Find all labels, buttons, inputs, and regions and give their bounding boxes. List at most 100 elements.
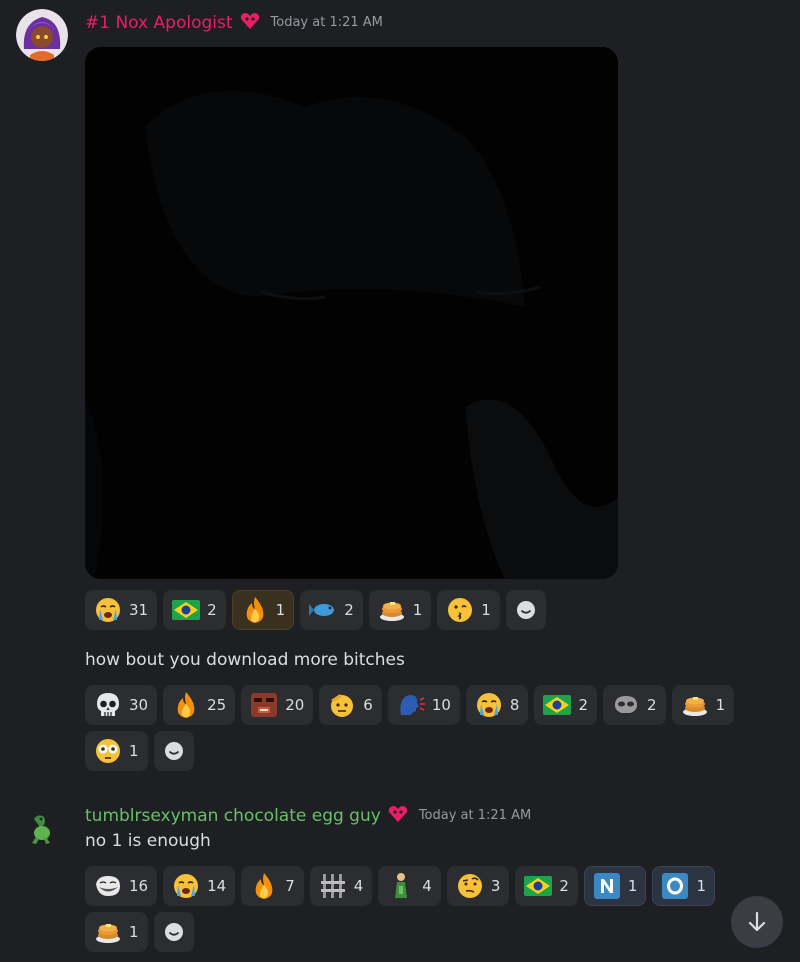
add-reaction-button[interactable] [153, 912, 194, 952]
message-header: tumblrsexyman chocolate egg guy Today at… [85, 804, 531, 827]
brazil-flag-icon [542, 690, 572, 720]
skull-icon [93, 690, 123, 720]
reaction-fire[interactable]: 25 [163, 685, 236, 725]
reaction-count: 2 [344, 601, 354, 619]
fire-icon [249, 871, 279, 901]
fire-icon [240, 595, 270, 625]
flushed-face-icon [93, 736, 123, 766]
reaction-count: 2 [207, 601, 217, 619]
reaction-count: 31 [129, 601, 149, 619]
reaction-count: 2 [647, 696, 657, 714]
reaction-count: 4 [353, 877, 364, 895]
skull-custom-emoji-icon [611, 690, 641, 720]
avatar-image [16, 9, 68, 61]
avatar-image [32, 815, 50, 844]
jump-to-bottom-button[interactable] [731, 896, 783, 948]
reaction-count: 1 [412, 601, 423, 619]
fire-icon [171, 690, 201, 720]
reaction-count: 8 [509, 696, 520, 714]
add-reaction-icon [164, 742, 183, 760]
reaction-face-custom[interactable]: 20 [241, 685, 314, 725]
brazil-flag-icon [171, 595, 201, 625]
speaking-head-icon [396, 690, 426, 720]
role-icon [387, 804, 409, 827]
dark-anime-image [85, 47, 618, 579]
reaction-letter-o[interactable]: 1 [652, 866, 716, 906]
reaction-pancakes[interactable]: 1 [368, 590, 432, 630]
reaction-count: 20 [285, 696, 305, 714]
reaction-count: 7 [285, 877, 295, 895]
image-attachment[interactable] [85, 47, 618, 579]
reaction-speaking-head[interactable]: 10 [387, 685, 460, 725]
timestamp[interactable]: Today at 1:21 AM [419, 808, 531, 823]
raised-eyebrow-face-icon [455, 871, 485, 901]
fish-icon [308, 595, 338, 625]
reaction-skull[interactable]: 30 [85, 685, 158, 725]
avatar-nox-apologist[interactable] [16, 9, 68, 61]
bars-custom-emoji-icon [318, 871, 348, 901]
reaction-count: 1 [129, 742, 139, 760]
username-nox-apologist[interactable]: #1 Nox Apologist [85, 13, 233, 33]
letter-o-icon [660, 871, 690, 901]
reaction-flushed-face[interactable]: 1 [85, 731, 148, 771]
crying-face-icon [93, 595, 123, 625]
username-tumblrsexyman[interactable]: tumblrsexyman chocolate egg guy [85, 806, 381, 826]
reaction-crying-face[interactable]: 31 [85, 590, 158, 630]
brazil-flag-icon [523, 871, 553, 901]
letter-n-icon [592, 871, 622, 901]
reaction-count: 30 [129, 696, 149, 714]
timestamp[interactable]: Today at 1:21 AM [271, 15, 383, 30]
trollface-icon [93, 871, 123, 901]
reaction-letter-n[interactable]: 1 [583, 866, 647, 906]
reaction-count: 4 [422, 877, 432, 895]
reaction-raised-eyebrow-face[interactable]: 3 [446, 866, 510, 906]
add-reaction-icon [516, 601, 535, 619]
reaction-saluting-face[interactable]: 6 [319, 685, 382, 725]
reaction-brazil-flag[interactable]: 2 [534, 685, 598, 725]
reaction-bottle-man-custom[interactable]: 4 [378, 866, 441, 906]
reaction-pancakes[interactable]: 1 [85, 912, 148, 952]
reaction-crying-face[interactable]: 8 [465, 685, 529, 725]
reaction-brazil-flag[interactable]: 2 [515, 866, 578, 906]
reaction-count: 10 [431, 696, 451, 714]
message-text: how bout you download more bitches [85, 650, 405, 670]
reaction-count: 25 [207, 696, 227, 714]
reaction-count: 1 [481, 601, 491, 619]
reaction-count: 14 [207, 877, 227, 895]
crying-face-icon [171, 871, 201, 901]
message-header: #1 Nox Apologist Today at 1:21 AM [85, 11, 383, 34]
arrow-down-icon [748, 911, 766, 932]
reaction-brazil-flag[interactable]: 2 [163, 590, 226, 630]
reaction-fish[interactable]: 2 [300, 590, 363, 630]
add-reaction-icon [164, 923, 183, 941]
message-text: no 1 is enough [85, 831, 211, 851]
reaction-bars-custom[interactable]: 4 [309, 866, 373, 906]
reaction-fire-selected[interactable]: 1 [231, 590, 295, 630]
reactions-row-2: 30 25 20 6 10 8 2 2 1 1 [85, 685, 775, 771]
saluting-face-icon [327, 690, 357, 720]
bottle-man-custom-emoji-icon [386, 871, 416, 901]
reaction-trollface[interactable]: 16 [85, 866, 158, 906]
reaction-kissing-face[interactable]: 1 [437, 590, 500, 630]
reactions-row-1: 31 2 1 2 1 1 [85, 590, 785, 630]
pancakes-icon [680, 690, 710, 720]
reaction-pancakes[interactable]: 1 [671, 685, 735, 725]
pancakes-icon [93, 917, 123, 947]
kissing-face-icon [445, 595, 475, 625]
reaction-count: 1 [696, 877, 707, 895]
reaction-count: 16 [129, 877, 149, 895]
reaction-count: 6 [363, 696, 373, 714]
reaction-count: 1 [275, 601, 286, 619]
reaction-fire[interactable]: 7 [241, 866, 304, 906]
reaction-crying-face[interactable]: 14 [163, 866, 236, 906]
add-reaction-button[interactable] [153, 731, 194, 771]
avatar-tumblrsexyman[interactable] [20, 807, 64, 851]
reaction-skull-custom[interactable]: 2 [603, 685, 666, 725]
reaction-count: 2 [578, 696, 589, 714]
reaction-count: 1 [627, 877, 638, 895]
face-custom-emoji-icon [249, 690, 279, 720]
crying-face-icon [474, 690, 504, 720]
reaction-count: 2 [559, 877, 569, 895]
add-reaction-button[interactable] [505, 590, 546, 630]
reaction-count: 3 [490, 877, 501, 895]
